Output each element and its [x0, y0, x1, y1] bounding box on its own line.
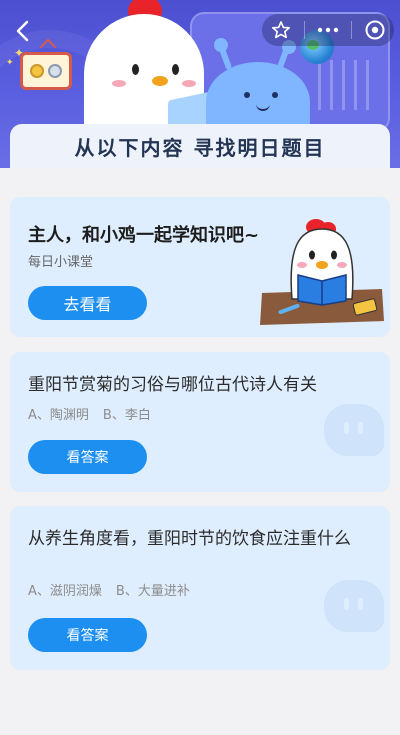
question-text: 重阳节赏菊的习俗与哪位古代诗人有关: [28, 375, 317, 395]
more-button[interactable]: [313, 15, 343, 45]
capsule-divider: [304, 21, 305, 39]
alien-eye: [244, 92, 250, 98]
favorite-button[interactable]: [266, 15, 296, 45]
lesson-title: 主人，和小鸡一起学知识吧~: [28, 225, 260, 246]
chicken-blush: [182, 80, 196, 87]
banner-strip: 从以下内容 寻找明日题目: [10, 124, 390, 168]
decorative-lines: [318, 60, 378, 110]
header-banner: ✦ ✦ 从以下内容 寻找明日题目: [0, 0, 400, 168]
star-icon: [271, 21, 291, 39]
mini-program-capsule: [262, 14, 394, 46]
question-options: A、滋阴润燥 B、大量进补: [28, 580, 190, 599]
option-a: A、陶渊明: [28, 408, 89, 423]
gold-medal-icon: [30, 64, 44, 78]
banner-title: 从以下内容 寻找明日题目: [74, 135, 326, 160]
chick-reading-illustration: [260, 219, 384, 325]
more-icon: [317, 27, 339, 33]
lesson-card: 主人，和小鸡一起学知识吧~ 每日小课堂 去看看: [10, 197, 390, 337]
ghost-eye: [344, 598, 349, 610]
silver-medal-icon: [48, 64, 62, 78]
target-icon: [365, 20, 385, 40]
option-b: B、李白: [102, 408, 151, 423]
question-card: 重阳节赏菊的习俗与哪位古代诗人有关 A、陶渊明 B、李白 看答案: [10, 352, 390, 492]
medal-frame-icon: [20, 52, 72, 90]
option-a: A、滋阴润燥: [28, 584, 102, 599]
sparkle-icon: ✦: [6, 58, 14, 68]
go-see-button[interactable]: 去看看: [28, 286, 147, 320]
alien-antenna-ball: [214, 38, 228, 52]
chicken-eye: [172, 64, 179, 75]
chicken-beak: [152, 76, 168, 86]
close-button[interactable]: [360, 15, 390, 45]
lesson-subtitle: 每日小课堂: [28, 255, 94, 270]
chicken-eye: [132, 64, 139, 75]
question-options: A、陶渊明 B、李白: [28, 404, 151, 423]
ghost-watermark-icon: [324, 404, 384, 456]
question-text: 从养生角度看，重阳时节的饮食应注重什么: [28, 529, 351, 549]
view-answer-button[interactable]: 看答案: [28, 618, 147, 652]
ghost-watermark-icon: [324, 580, 384, 632]
ghost-eye: [358, 422, 363, 434]
alien-eye: [272, 92, 278, 98]
question-card: 从养生角度看，重阳时节的饮食应注重什么 A、滋阴润燥 B、大量进补 看答案: [10, 506, 390, 670]
chicken-blush: [112, 80, 126, 87]
back-button[interactable]: [8, 16, 36, 46]
back-icon: [16, 20, 29, 42]
ghost-eye: [344, 422, 349, 434]
option-b: B、大量进补: [115, 584, 190, 599]
ghost-eye: [358, 598, 363, 610]
capsule-divider: [351, 21, 352, 39]
view-answer-button[interactable]: 看答案: [28, 440, 147, 474]
